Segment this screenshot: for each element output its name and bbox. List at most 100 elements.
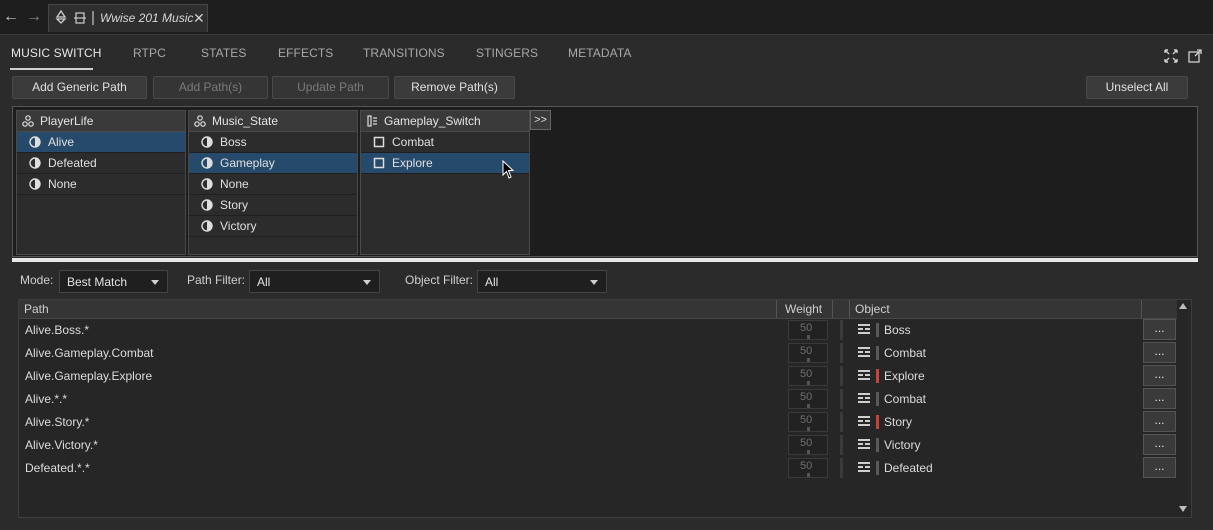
weight-value: 50 <box>800 414 813 426</box>
vertical-scrollbar[interactable] <box>1177 301 1190 516</box>
state-icon <box>201 199 213 211</box>
browse-object-button[interactable]: ... <box>1143 342 1176 363</box>
table-row[interactable]: Alive.Victory.* 50 Victory ... <box>19 434 1177 457</box>
scroll-up-icon[interactable] <box>1179 303 1187 309</box>
weight-field[interactable]: 50 <box>788 320 828 340</box>
panel-splitter[interactable] <box>12 258 1198 262</box>
update-path-button[interactable]: Update Path <box>272 76 389 99</box>
browse-object-button[interactable]: ... <box>1143 411 1176 432</box>
column-header[interactable]: Music_State <box>189 111 357 132</box>
table-row[interactable]: Alive.Boss.* 50 Boss ... <box>19 319 1177 342</box>
browse-object-button[interactable]: ... <box>1143 388 1176 409</box>
column-divider[interactable] <box>832 300 833 318</box>
object-cell: Defeated <box>884 461 933 475</box>
object-cell: Boss <box>884 323 911 337</box>
add-generic-path-button[interactable]: Add Generic Path <box>12 76 147 99</box>
column-divider[interactable] <box>1141 300 1142 318</box>
tab-rtpc[interactable]: RTPC <box>133 46 166 60</box>
path-column-header[interactable]: Path <box>24 302 49 316</box>
tab-effects[interactable]: EFFECTS <box>278 46 333 60</box>
state-item-none[interactable]: None <box>17 174 185 195</box>
path-filter-value: All <box>257 275 271 289</box>
weight-slider[interactable] <box>840 435 843 455</box>
expand-columns-button[interactable]: >> <box>530 110 551 130</box>
maximize-icon[interactable] <box>1164 49 1178 63</box>
popout-icon[interactable] <box>1188 49 1202 63</box>
close-tab-icon[interactable]: ✕ <box>193 10 205 27</box>
back-arrow-icon[interactable]: ← <box>2 8 20 26</box>
state-item-defeated[interactable]: Defeated <box>17 153 185 174</box>
switch-group-icon <box>367 115 377 127</box>
weight-slider[interactable] <box>840 412 843 432</box>
path-filter-select[interactable]: All <box>249 270 380 293</box>
weight-field[interactable]: 50 <box>788 343 828 363</box>
weight-field[interactable]: 50 <box>788 366 828 386</box>
object-filter-label: Object Filter: <box>405 273 474 287</box>
tab-states[interactable]: STATES <box>201 46 247 60</box>
state-item-victory[interactable]: Victory <box>189 216 357 237</box>
forward-arrow-icon[interactable]: → <box>25 8 43 26</box>
object-color-marker <box>876 392 879 406</box>
switch-item-combat[interactable]: Combat <box>361 132 529 153</box>
state-item-none[interactable]: None <box>189 174 357 195</box>
state-icon <box>29 136 41 148</box>
browse-object-button[interactable]: ... <box>1143 319 1176 340</box>
add-paths-button[interactable]: Add Path(s) <box>153 76 268 99</box>
weight-field[interactable]: 50 <box>788 412 828 432</box>
table-row[interactable]: Defeated.*.* 50 Defeated ... <box>19 457 1177 480</box>
weight-slider[interactable] <box>840 320 843 340</box>
remove-paths-button[interactable]: Remove Path(s) <box>394 76 515 99</box>
weight-value: 50 <box>800 368 813 380</box>
table-row[interactable]: Alive.Gameplay.Explore 50 Explore ... <box>19 365 1177 388</box>
weight-slider[interactable] <box>840 366 843 386</box>
weight-slider[interactable] <box>840 389 843 409</box>
column-divider[interactable] <box>776 300 777 318</box>
weight-slider[interactable] <box>840 458 843 478</box>
mode-select[interactable]: Best Match <box>59 270 168 293</box>
state-item-boss[interactable]: Boss <box>189 132 357 153</box>
weight-value: 50 <box>800 391 813 403</box>
path-filter-label: Path Filter: <box>187 273 246 287</box>
tab-stingers[interactable]: STINGERS <box>476 46 538 60</box>
tab-metadata[interactable]: METADATA <box>568 46 631 60</box>
object-cell: Combat <box>884 392 927 406</box>
column-header[interactable]: PlayerLife <box>17 111 185 132</box>
table-row[interactable]: Alive.Story.* 50 Story ... <box>19 411 1177 434</box>
document-tab[interactable]: Wwise 201 Music ✕ <box>48 4 208 32</box>
music-switch-container-icon <box>858 393 870 403</box>
scroll-down-icon[interactable] <box>1179 506 1187 512</box>
object-color-marker <box>876 415 879 429</box>
browse-object-button[interactable]: ... <box>1143 365 1176 386</box>
recycle-icon[interactable] <box>54 10 68 24</box>
object-cell: Victory <box>884 438 921 452</box>
weight-slider[interactable] <box>840 343 843 363</box>
weight-tick <box>807 404 810 408</box>
browse-object-button[interactable]: ... <box>1143 434 1176 455</box>
weight-field[interactable]: 50 <box>788 435 828 455</box>
column-header[interactable]: Gameplay_Switch <box>361 111 529 132</box>
object-filter-select[interactable]: All <box>477 270 607 293</box>
weight-field[interactable]: 50 <box>788 458 828 478</box>
state-item-gameplay[interactable]: Gameplay <box>189 153 357 174</box>
column-divider[interactable] <box>849 300 850 318</box>
tab-transitions[interactable]: TRANSITIONS <box>363 46 445 60</box>
browse-object-button[interactable]: ... <box>1143 457 1176 478</box>
weight-column-header[interactable]: Weight <box>785 302 822 316</box>
state-item-label: None <box>48 177 77 191</box>
tab-music-switch[interactable]: MUSIC SWITCH <box>11 46 102 60</box>
weight-tick <box>807 381 810 385</box>
weight-field[interactable]: 50 <box>788 389 828 409</box>
music-switch-container-icon <box>858 439 870 449</box>
state-item-story[interactable]: Story <box>189 195 357 216</box>
weight-value: 50 <box>800 322 813 334</box>
sync-icon[interactable] <box>73 11 87 25</box>
table-row[interactable]: Alive.Gameplay.Combat 50 Combat ... <box>19 342 1177 365</box>
switch-icon <box>373 136 385 148</box>
object-column-header[interactable]: Object <box>855 302 890 316</box>
chevron-down-icon <box>590 280 598 285</box>
unselect-all-button[interactable]: Unselect All <box>1086 76 1188 99</box>
switch-column-gameplay-switch: Gameplay_Switch Combat Explore <box>360 110 530 255</box>
table-row[interactable]: Alive.*.* 50 Combat ... <box>19 388 1177 411</box>
state-item-alive[interactable]: Alive <box>17 132 185 153</box>
weight-tick <box>807 427 810 431</box>
